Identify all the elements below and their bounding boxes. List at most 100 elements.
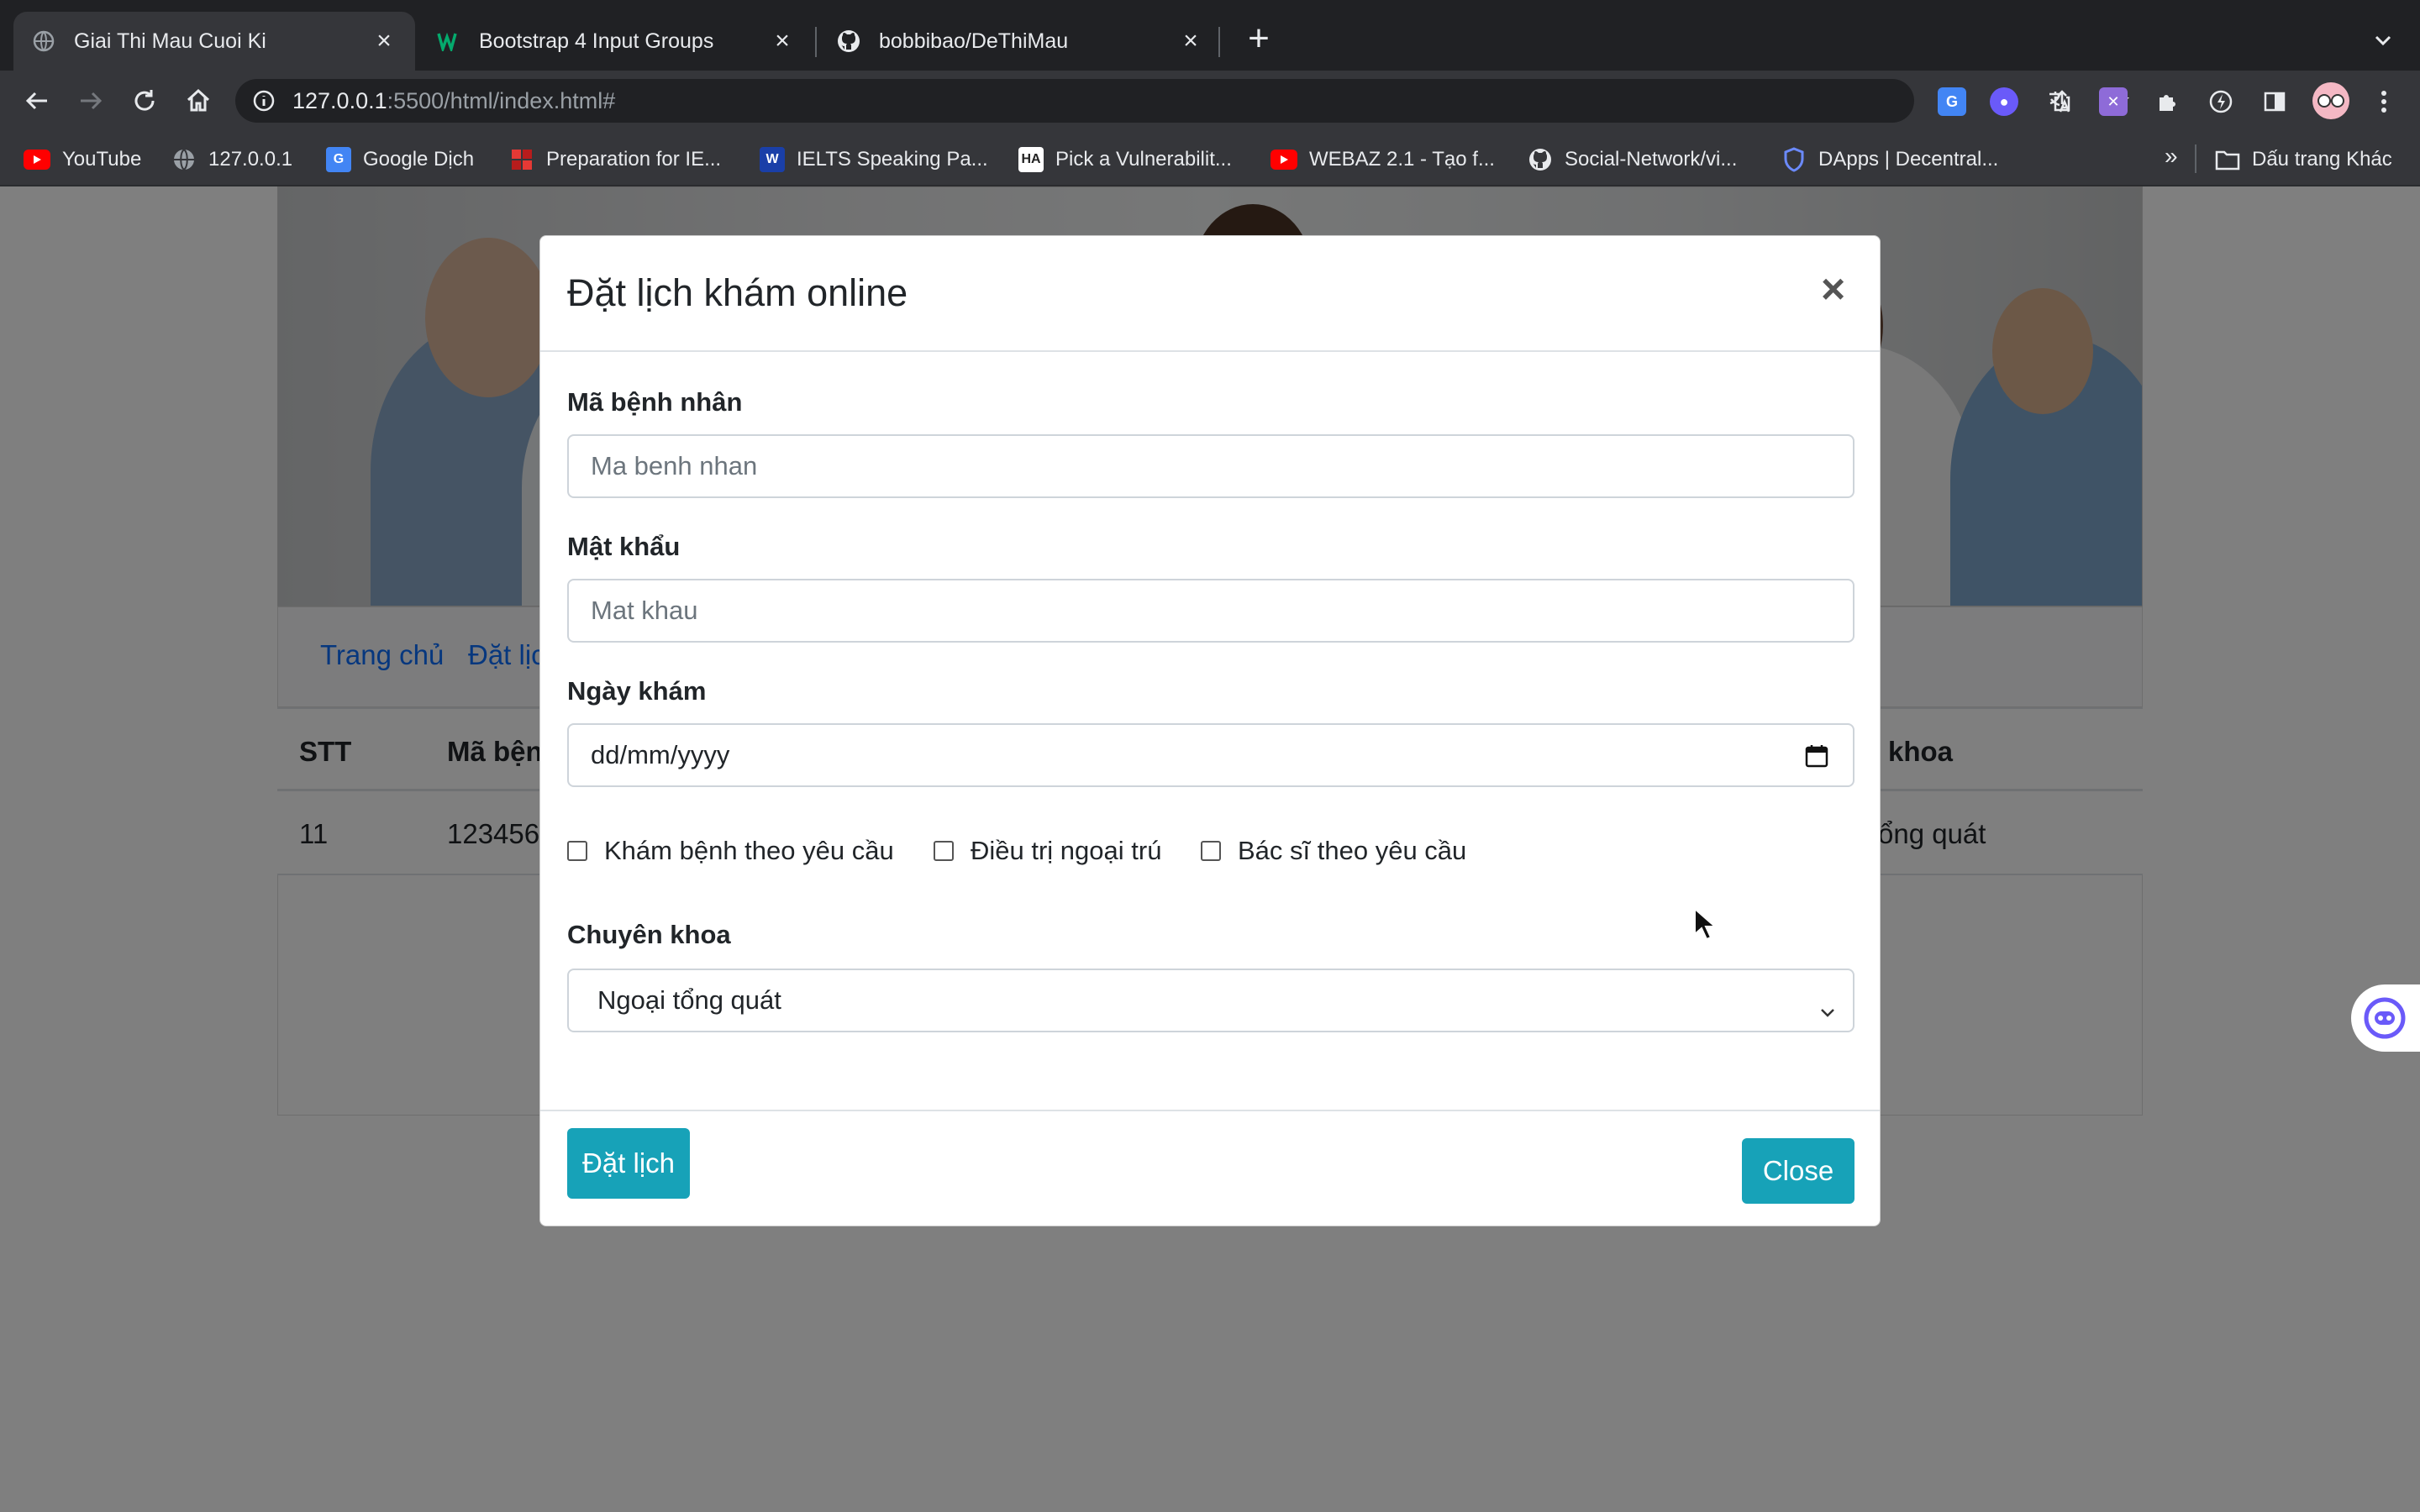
bookmark-localhost[interactable]: 127.0.0.1 bbox=[171, 146, 292, 173]
bookmark-label: 127.0.0.1 bbox=[208, 148, 293, 171]
bookmark-webaz[interactable]: WEBAZ 2.1 - Tạo f... bbox=[1270, 146, 1495, 173]
globe-icon bbox=[171, 147, 197, 172]
bookmarks-overflow-button[interactable]: » bbox=[2165, 143, 2178, 170]
shield-icon bbox=[1781, 147, 1807, 172]
checkbox[interactable] bbox=[934, 841, 954, 861]
checkbox-outpatient[interactable]: Điều trị ngoại trú bbox=[934, 836, 1161, 866]
placeholder-text: Mat khau bbox=[591, 596, 698, 625]
booking-modal: Đặt lịch khám online × Mã bệnh nhân Ma b… bbox=[539, 235, 1881, 1226]
bookmark-label: IELTS Speaking Pa... bbox=[797, 148, 988, 171]
bookmark-label: Pick a Vulnerabilit... bbox=[1055, 148, 1232, 171]
youtube-icon bbox=[1270, 150, 1297, 170]
modal-title: Đặt lịch khám online bbox=[567, 271, 908, 314]
checkbox[interactable] bbox=[1201, 841, 1221, 861]
checkbox-label: Điều trị ngoại trú bbox=[971, 836, 1162, 865]
bookmark-pick-vuln[interactable]: HA Pick a Vulnerabilit... bbox=[1018, 146, 1232, 173]
google-translate-icon[interactable]: G bbox=[1938, 87, 1966, 116]
browser-toolbar: 127.0.0.1:5500/html/index.html# G ● ✕ bbox=[0, 71, 2420, 131]
modal-body: Mã bệnh nhân Ma benh nhan Mật khẩu Mat k… bbox=[540, 352, 1880, 1199]
sidepanel-icon[interactable] bbox=[2260, 87, 2289, 116]
bookmarks-bar: YouTube 127.0.0.1 G Google Dịch Preparat… bbox=[0, 131, 2420, 186]
password-input[interactable]: Mat khau bbox=[567, 579, 1854, 643]
close-button[interactable]: Close bbox=[1742, 1138, 1854, 1204]
bookmark-ielts[interactable]: W IELTS Speaking Pa... bbox=[760, 146, 988, 173]
info-icon[interactable] bbox=[252, 89, 276, 113]
close-icon[interactable]: × bbox=[770, 27, 795, 55]
close-icon[interactable]: × bbox=[1178, 27, 1203, 55]
web-page: Trang chủ Đặt lịc STT Mã bện khoa 11 123… bbox=[0, 186, 2420, 1512]
google-translate-icon: G bbox=[326, 147, 351, 172]
bookmark-youtube[interactable]: YouTube bbox=[24, 146, 141, 173]
checkbox-on-demand-exam[interactable]: Khám bệnh theo yêu cầu bbox=[567, 836, 894, 866]
url-path: :5500/html/index.html# bbox=[387, 88, 616, 113]
home-icon[interactable] bbox=[182, 84, 215, 118]
bookmark-label: Dấu trang Khác bbox=[2252, 148, 2392, 171]
specialty-label: Chuyên khoa bbox=[567, 920, 731, 949]
avatar[interactable] bbox=[2312, 82, 2349, 119]
bookmark-label: Google Dịch bbox=[363, 148, 475, 171]
chevron-down-icon[interactable] bbox=[2368, 25, 2398, 55]
tab-strip: Giai Thi Mau Cuoi Ki × Bootstrap 4 Input… bbox=[0, 0, 2420, 71]
picture-extension-icon[interactable]: ✕ bbox=[2099, 87, 2128, 116]
bookmark-preparation[interactable]: Preparation for IE... bbox=[509, 146, 721, 173]
youtube-icon bbox=[24, 150, 50, 170]
bookmark-dapps[interactable]: DApps | Decentral... bbox=[1781, 146, 1998, 173]
tab-github[interactable]: bobbibao/DeThiMau × bbox=[818, 12, 1222, 71]
url-text: 127.0.0.1:5500/html/index.html# bbox=[292, 88, 615, 114]
checkbox-label: Bác sĩ theo yêu cầu bbox=[1238, 836, 1467, 865]
modal-header: Đặt lịch khám online × bbox=[540, 236, 1880, 352]
bookmark-blue-icon: W bbox=[760, 147, 785, 172]
url-host: 127.0.0.1 bbox=[292, 88, 387, 113]
w3schools-icon bbox=[437, 29, 460, 53]
checkbox[interactable] bbox=[567, 841, 587, 861]
folder-icon bbox=[2215, 147, 2240, 172]
tab-title: Bootstrap 4 Input Groups bbox=[479, 29, 714, 53]
password-label: Mật khẩu bbox=[567, 532, 681, 561]
translate-icon[interactable] bbox=[2045, 87, 2074, 116]
tab-title: Giai Thi Mau Cuoi Ki bbox=[74, 29, 266, 53]
placeholder-text: Ma benh nhan bbox=[591, 451, 758, 480]
robot-extension-icon[interactable]: ● bbox=[1990, 87, 2018, 116]
checkbox-doctor-on-demand[interactable]: Bác sĩ theo yêu cầu bbox=[1201, 836, 1466, 866]
date-label: Ngày khám bbox=[567, 676, 707, 706]
other-bookmarks-folder[interactable]: Dấu trang Khác bbox=[2215, 146, 2392, 173]
bookmark-google-dich[interactable]: G Google Dịch bbox=[326, 146, 474, 173]
address-bar[interactable]: 127.0.0.1:5500/html/index.html# bbox=[235, 79, 2129, 123]
bookmark-label: Preparation for IE... bbox=[546, 148, 722, 171]
close-icon[interactable]: × bbox=[1821, 265, 1845, 313]
github-icon bbox=[837, 29, 860, 53]
modal-footer: Close bbox=[540, 1110, 1880, 1226]
tab-bootstrap[interactable]: Bootstrap 4 Input Groups × bbox=[418, 12, 813, 71]
tab-giai-thi-mau[interactable]: Giai Thi Mau Cuoi Ki × bbox=[13, 12, 415, 71]
tab-separator bbox=[815, 27, 817, 57]
bookmark-label: DApps | Decentral... bbox=[1818, 148, 1999, 171]
bookmarks-separator bbox=[2195, 144, 2196, 173]
bookmark-red-icon bbox=[509, 147, 534, 172]
patient-id-input[interactable]: Ma benh nhan bbox=[567, 434, 1854, 498]
specialty-select[interactable]: Ngoại tổng quát bbox=[567, 969, 1854, 1032]
assistant-widget[interactable] bbox=[2351, 984, 2420, 1052]
lightning-icon[interactable] bbox=[2207, 87, 2235, 116]
mouse-cursor-icon bbox=[1692, 906, 1718, 941]
patient-id-label: Mã bệnh nhân bbox=[567, 387, 743, 417]
new-tab-button[interactable]: + bbox=[1242, 20, 1276, 57]
kebab-menu-icon[interactable] bbox=[2370, 87, 2398, 116]
reload-icon[interactable] bbox=[128, 84, 161, 118]
checkbox-label: Khám bệnh theo yêu cầu bbox=[604, 836, 894, 865]
tab-title: bobbibao/DeThiMau bbox=[879, 29, 1069, 53]
bookmark-social-network[interactable]: Social-Network/vi... bbox=[1528, 146, 1737, 173]
hackerone-icon: HA bbox=[1018, 147, 1044, 172]
globe-icon bbox=[32, 29, 55, 53]
date-placeholder: dd/mm/yyyy bbox=[591, 740, 730, 769]
date-input[interactable]: dd/mm/yyyy bbox=[567, 723, 1854, 787]
back-arrow-icon[interactable] bbox=[20, 84, 54, 118]
close-icon[interactable]: × bbox=[371, 27, 397, 55]
select-value: Ngoại tổng quát bbox=[597, 985, 781, 1015]
calendar-icon[interactable] bbox=[1804, 743, 1829, 769]
puzzle-icon[interactable] bbox=[2153, 87, 2181, 116]
robot-icon bbox=[2364, 997, 2406, 1039]
tab-separator bbox=[1218, 27, 1220, 57]
bookmark-label: WEBAZ 2.1 - Tạo f... bbox=[1309, 148, 1495, 171]
github-icon bbox=[1528, 147, 1553, 172]
forward-arrow-icon[interactable] bbox=[74, 84, 108, 118]
